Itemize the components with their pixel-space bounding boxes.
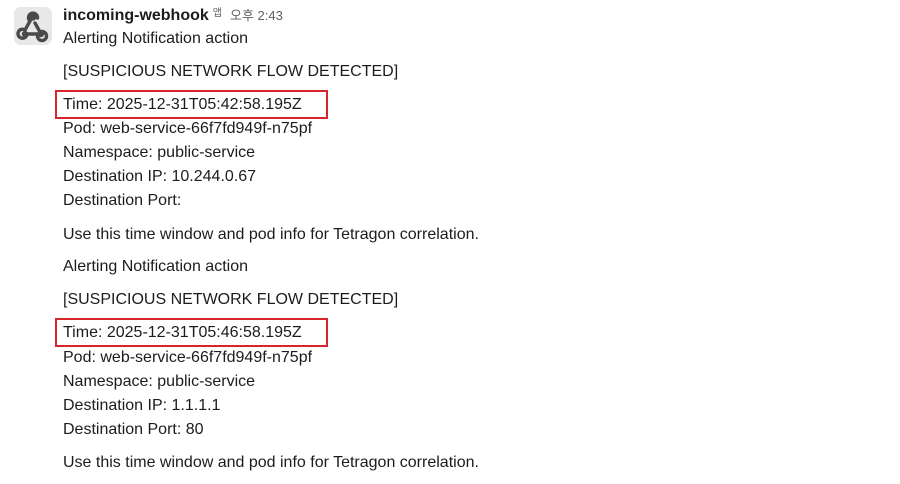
- webhook-icon: [14, 7, 52, 45]
- alert-heading: Alerting Notification action: [63, 30, 248, 47]
- webhook-avatar[interactable]: [14, 7, 52, 45]
- alert-footer: Use this time window and pod info for Te…: [63, 226, 479, 243]
- alert-destination-ip: Destination IP: 10.244.0.67: [63, 168, 257, 185]
- alert-footer: Use this time window and pod info for Te…: [63, 454, 479, 471]
- time-highlight-box: [55, 318, 328, 347]
- message-timestamp[interactable]: 오후 2:43: [230, 5, 283, 24]
- alert-heading: Alerting Notification action: [63, 258, 248, 275]
- alert-destination-ip: Destination IP: 1.1.1.1: [63, 397, 221, 414]
- alert-pod: Pod: web-service-66f7fd949f-n75pf: [63, 349, 313, 366]
- alert-namespace: Namespace: public-service: [63, 373, 256, 390]
- webhook-message: incoming-webhook 앱 오후 2:43 Alerting Noti…: [0, 0, 900, 484]
- alert-destination-port: Destination Port: 80: [63, 421, 204, 438]
- alert-pod: Pod: web-service-66f7fd949f-n75pf: [63, 120, 313, 137]
- message-header: incoming-webhook 앱 오후 2:43: [63, 5, 283, 27]
- alert-tag: [SUSPICIOUS NETWORK FLOW DETECTED]: [63, 291, 399, 308]
- alert-tag: [SUSPICIOUS NETWORK FLOW DETECTED]: [63, 63, 399, 80]
- sender-name[interactable]: incoming-webhook: [63, 7, 209, 25]
- alert-namespace: Namespace: public-service: [63, 144, 256, 161]
- time-highlight-box: [55, 90, 328, 119]
- app-badge[interactable]: 앱: [213, 4, 222, 19]
- alert-destination-port: Destination Port:: [63, 192, 182, 209]
